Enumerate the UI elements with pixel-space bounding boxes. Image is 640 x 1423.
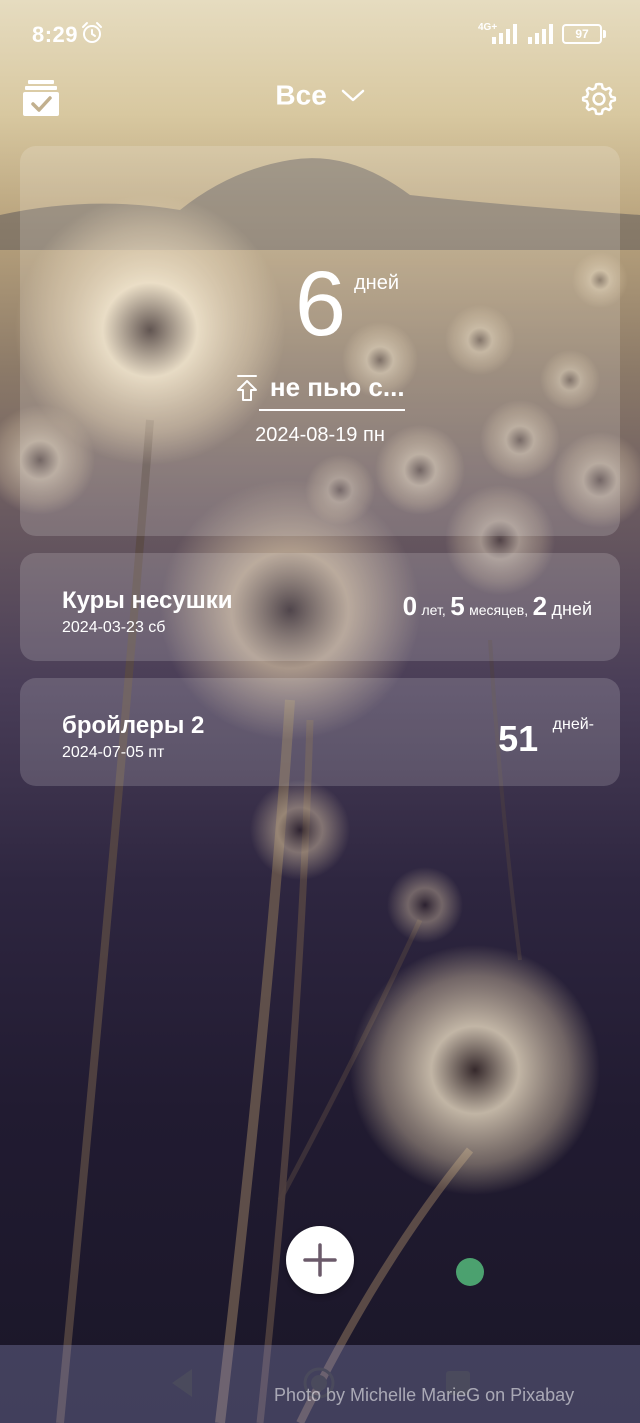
main-day-count: 6 bbox=[294, 253, 346, 355]
item-title: бройлеры 2 bbox=[62, 712, 205, 739]
duration-years-unit: лет, bbox=[421, 602, 446, 618]
duration-days: 2 bbox=[532, 591, 548, 621]
cellular-signal-icon bbox=[492, 24, 517, 44]
counter-list-item[interactable]: Куры несушки 2024-03-23 сб 0 лет, 5 меся… bbox=[20, 553, 620, 661]
category-filter-dropdown[interactable]: Все bbox=[0, 78, 640, 112]
item-title: Куры несушки bbox=[62, 587, 233, 614]
item-date: 2024-07-05 пт bbox=[62, 744, 165, 761]
duration-days: 51 bbox=[498, 718, 539, 759]
duration-months-unit: месяцев, bbox=[469, 602, 529, 618]
status-time: 8:29 bbox=[32, 22, 79, 47]
category-filter-label: Все bbox=[275, 79, 327, 111]
plus-icon bbox=[303, 1243, 337, 1277]
app-bar: Все bbox=[0, 68, 640, 132]
gear-icon[interactable] bbox=[580, 80, 618, 118]
battery-level: 97 bbox=[575, 27, 589, 41]
main-counter-title: не пью с... bbox=[269, 372, 405, 402]
duration-days-unit: дней bbox=[551, 599, 592, 619]
main-counter-date: 2024-08-19 пн bbox=[255, 424, 385, 446]
duration-days-unit: дней- bbox=[552, 716, 594, 733]
counter-list-item[interactable]: бройлеры 2 2024-07-05 пт 51 дней- bbox=[20, 678, 620, 786]
item-duration: 0 лет, 5 месяцев, 2 дней bbox=[403, 591, 592, 622]
system-navigation-bar: Photo by Michelle MarieG on Pixabay bbox=[0, 1345, 640, 1423]
arrow-up-icon bbox=[237, 374, 258, 401]
chevron-down-icon bbox=[341, 89, 364, 101]
duration-months: 5 bbox=[450, 591, 465, 621]
battery-icon: 97 bbox=[562, 24, 606, 44]
main-day-unit: дней bbox=[354, 272, 400, 294]
status-bar: 8:29 4G+ 97 bbox=[0, 0, 640, 68]
photo-credit: Photo by Michelle MarieG on Pixabay bbox=[274, 1385, 575, 1405]
item-duration: 51 дней- bbox=[498, 716, 594, 760]
duration-years: 0 bbox=[402, 591, 418, 621]
cellular-signal-2-icon bbox=[528, 24, 553, 44]
main-counter-card[interactable]: 6 дней не пью с... 2024-08-19 пн bbox=[20, 146, 620, 536]
back-icon[interactable] bbox=[168, 1367, 196, 1399]
alarm-clock-icon bbox=[82, 22, 102, 43]
add-counter-button[interactable] bbox=[286, 1226, 354, 1294]
item-date: 2024-03-23 сб bbox=[62, 619, 166, 636]
